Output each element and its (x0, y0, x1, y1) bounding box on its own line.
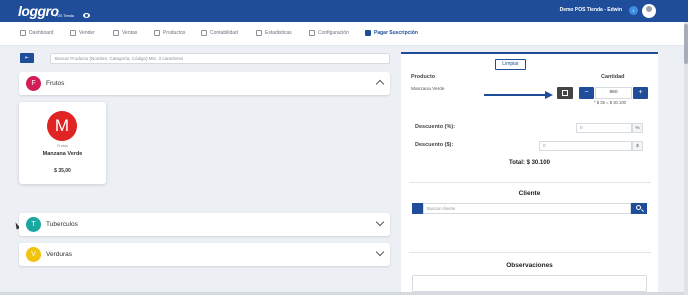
observations-textarea[interactable] (412, 275, 647, 292)
dashboard-icon (20, 30, 26, 36)
avatar[interactable] (642, 4, 656, 18)
arrow-right-icon (545, 91, 553, 99)
logo-subtitle: POS Tienda (55, 14, 74, 18)
sales-icon (113, 30, 119, 36)
store-user-text: Demo POS Tienda - Edwin (559, 7, 622, 13)
nav-productos[interactable]: Productos (154, 30, 186, 36)
top-bar: loggro POS Tienda Demo POS Tienda - Edwi… (0, 0, 688, 22)
trash-icon (562, 90, 568, 96)
gear-icon (309, 30, 315, 36)
scrollbar-thumb[interactable] (684, 24, 688, 64)
nav-estadisticas[interactable]: Estadisticas (256, 30, 292, 36)
discount-amt-input[interactable]: 0 (539, 141, 632, 151)
store-user-label: Demo POS Tienda - Edwin (560, 7, 622, 13)
nav-vender[interactable]: Vender (70, 30, 95, 36)
percent-addon: % (632, 123, 643, 133)
product-column-header: Producto (411, 74, 436, 80)
discount-pct-input[interactable]: 0 (576, 123, 632, 133)
nav-contabilidad[interactable]: Contabilidad (201, 30, 238, 36)
client-search-button[interactable] (631, 203, 647, 214)
nav-ventas-label: Ventas (122, 30, 138, 36)
cart-item-name: Manzana Verde (411, 87, 445, 92)
credit-card-icon (365, 30, 371, 36)
client-add-button[interactable] (412, 203, 423, 214)
logo: loggro (18, 3, 59, 19)
category-avatar: F (26, 76, 41, 91)
chevron-down-icon[interactable] (375, 217, 385, 227)
nav-ventas[interactable]: Ventas (113, 30, 137, 36)
search-icon (636, 205, 641, 210)
nav-productos-label: Productos (163, 30, 186, 36)
accounting-icon (201, 30, 207, 36)
nav-dashboard[interactable]: Dashboard (20, 30, 53, 36)
client-search-input[interactable]: Buscar cliente (423, 203, 631, 214)
category-name: Frutos (46, 80, 65, 87)
category-tuberculos[interactable]: T Tuberculos (19, 213, 390, 236)
discount-amt-label: Descuento ($): (415, 142, 454, 148)
client-section-title: Cliente (518, 190, 541, 197)
cart-icon (70, 30, 76, 36)
collapse-button[interactable]: ⇤ (20, 53, 34, 63)
category-verduras[interactable]: V Verduras (19, 243, 390, 266)
eye-icon (83, 13, 90, 18)
quantity-column-header: Cantidad (601, 74, 625, 80)
product-avatar: M (47, 111, 77, 141)
nav-configuracion-label: Configuración (318, 30, 349, 36)
divider (409, 182, 651, 183)
cart-total: Total: $ 30.100 (509, 160, 550, 166)
nav-pagar-suscripcion[interactable]: Pagar Suscripción (365, 30, 418, 36)
category-avatar: V (26, 247, 41, 262)
product-category: Frutos (57, 144, 68, 148)
quantity-input[interactable]: 860 (595, 87, 632, 99)
category-name: Verduras (46, 251, 73, 258)
nav-configuracion[interactable]: Configuración (309, 30, 349, 36)
product-price: $ 35,00 (54, 168, 71, 174)
observations-title: Observaciones (506, 262, 553, 269)
products-icon (154, 30, 160, 36)
chart-icon (256, 30, 262, 36)
nav-pagar-label: Pagar Suscripción (374, 30, 418, 36)
main-nav: Dashboard Vender Ventas Productos Contab… (0, 22, 684, 46)
clear-button[interactable]: Limpiar (495, 59, 526, 70)
product-search-input[interactable]: Buscar Producto (Nombre, Categoría, Códi… (50, 53, 390, 64)
product-card[interactable]: M Frutos Manzana Verde $ 35,00 (19, 102, 106, 184)
chevron-down-icon[interactable] (375, 247, 385, 257)
divider (409, 252, 651, 253)
line-total: * $ 35 = $ 30.100 (594, 100, 627, 105)
notification-badge[interactable]: 1 (629, 6, 638, 15)
cart-panel: Limpiar Producto Cantidad Manzana Verde … (401, 52, 658, 295)
category-avatar: T (26, 217, 41, 232)
nav-estadisticas-label: Estadisticas (265, 30, 292, 36)
product-name: Manzana Verde (42, 151, 83, 157)
increase-qty-button[interactable]: + (633, 87, 648, 99)
chevron-up-icon[interactable] (375, 79, 385, 89)
delete-item-button[interactable] (557, 87, 573, 99)
nav-vender-label: Vender (79, 30, 95, 36)
category-name: Tuberculos (46, 221, 78, 228)
annotation-arrow (484, 94, 546, 96)
discount-pct-label: Descuento (%): (415, 124, 456, 130)
nav-dashboard-label: Dashboard (29, 30, 54, 36)
dollar-addon: $ (632, 141, 643, 151)
category-frutos[interactable]: F Frutos (19, 72, 390, 95)
decrease-qty-button[interactable]: − (579, 87, 594, 99)
nav-contabilidad-label: Contabilidad (210, 30, 238, 36)
